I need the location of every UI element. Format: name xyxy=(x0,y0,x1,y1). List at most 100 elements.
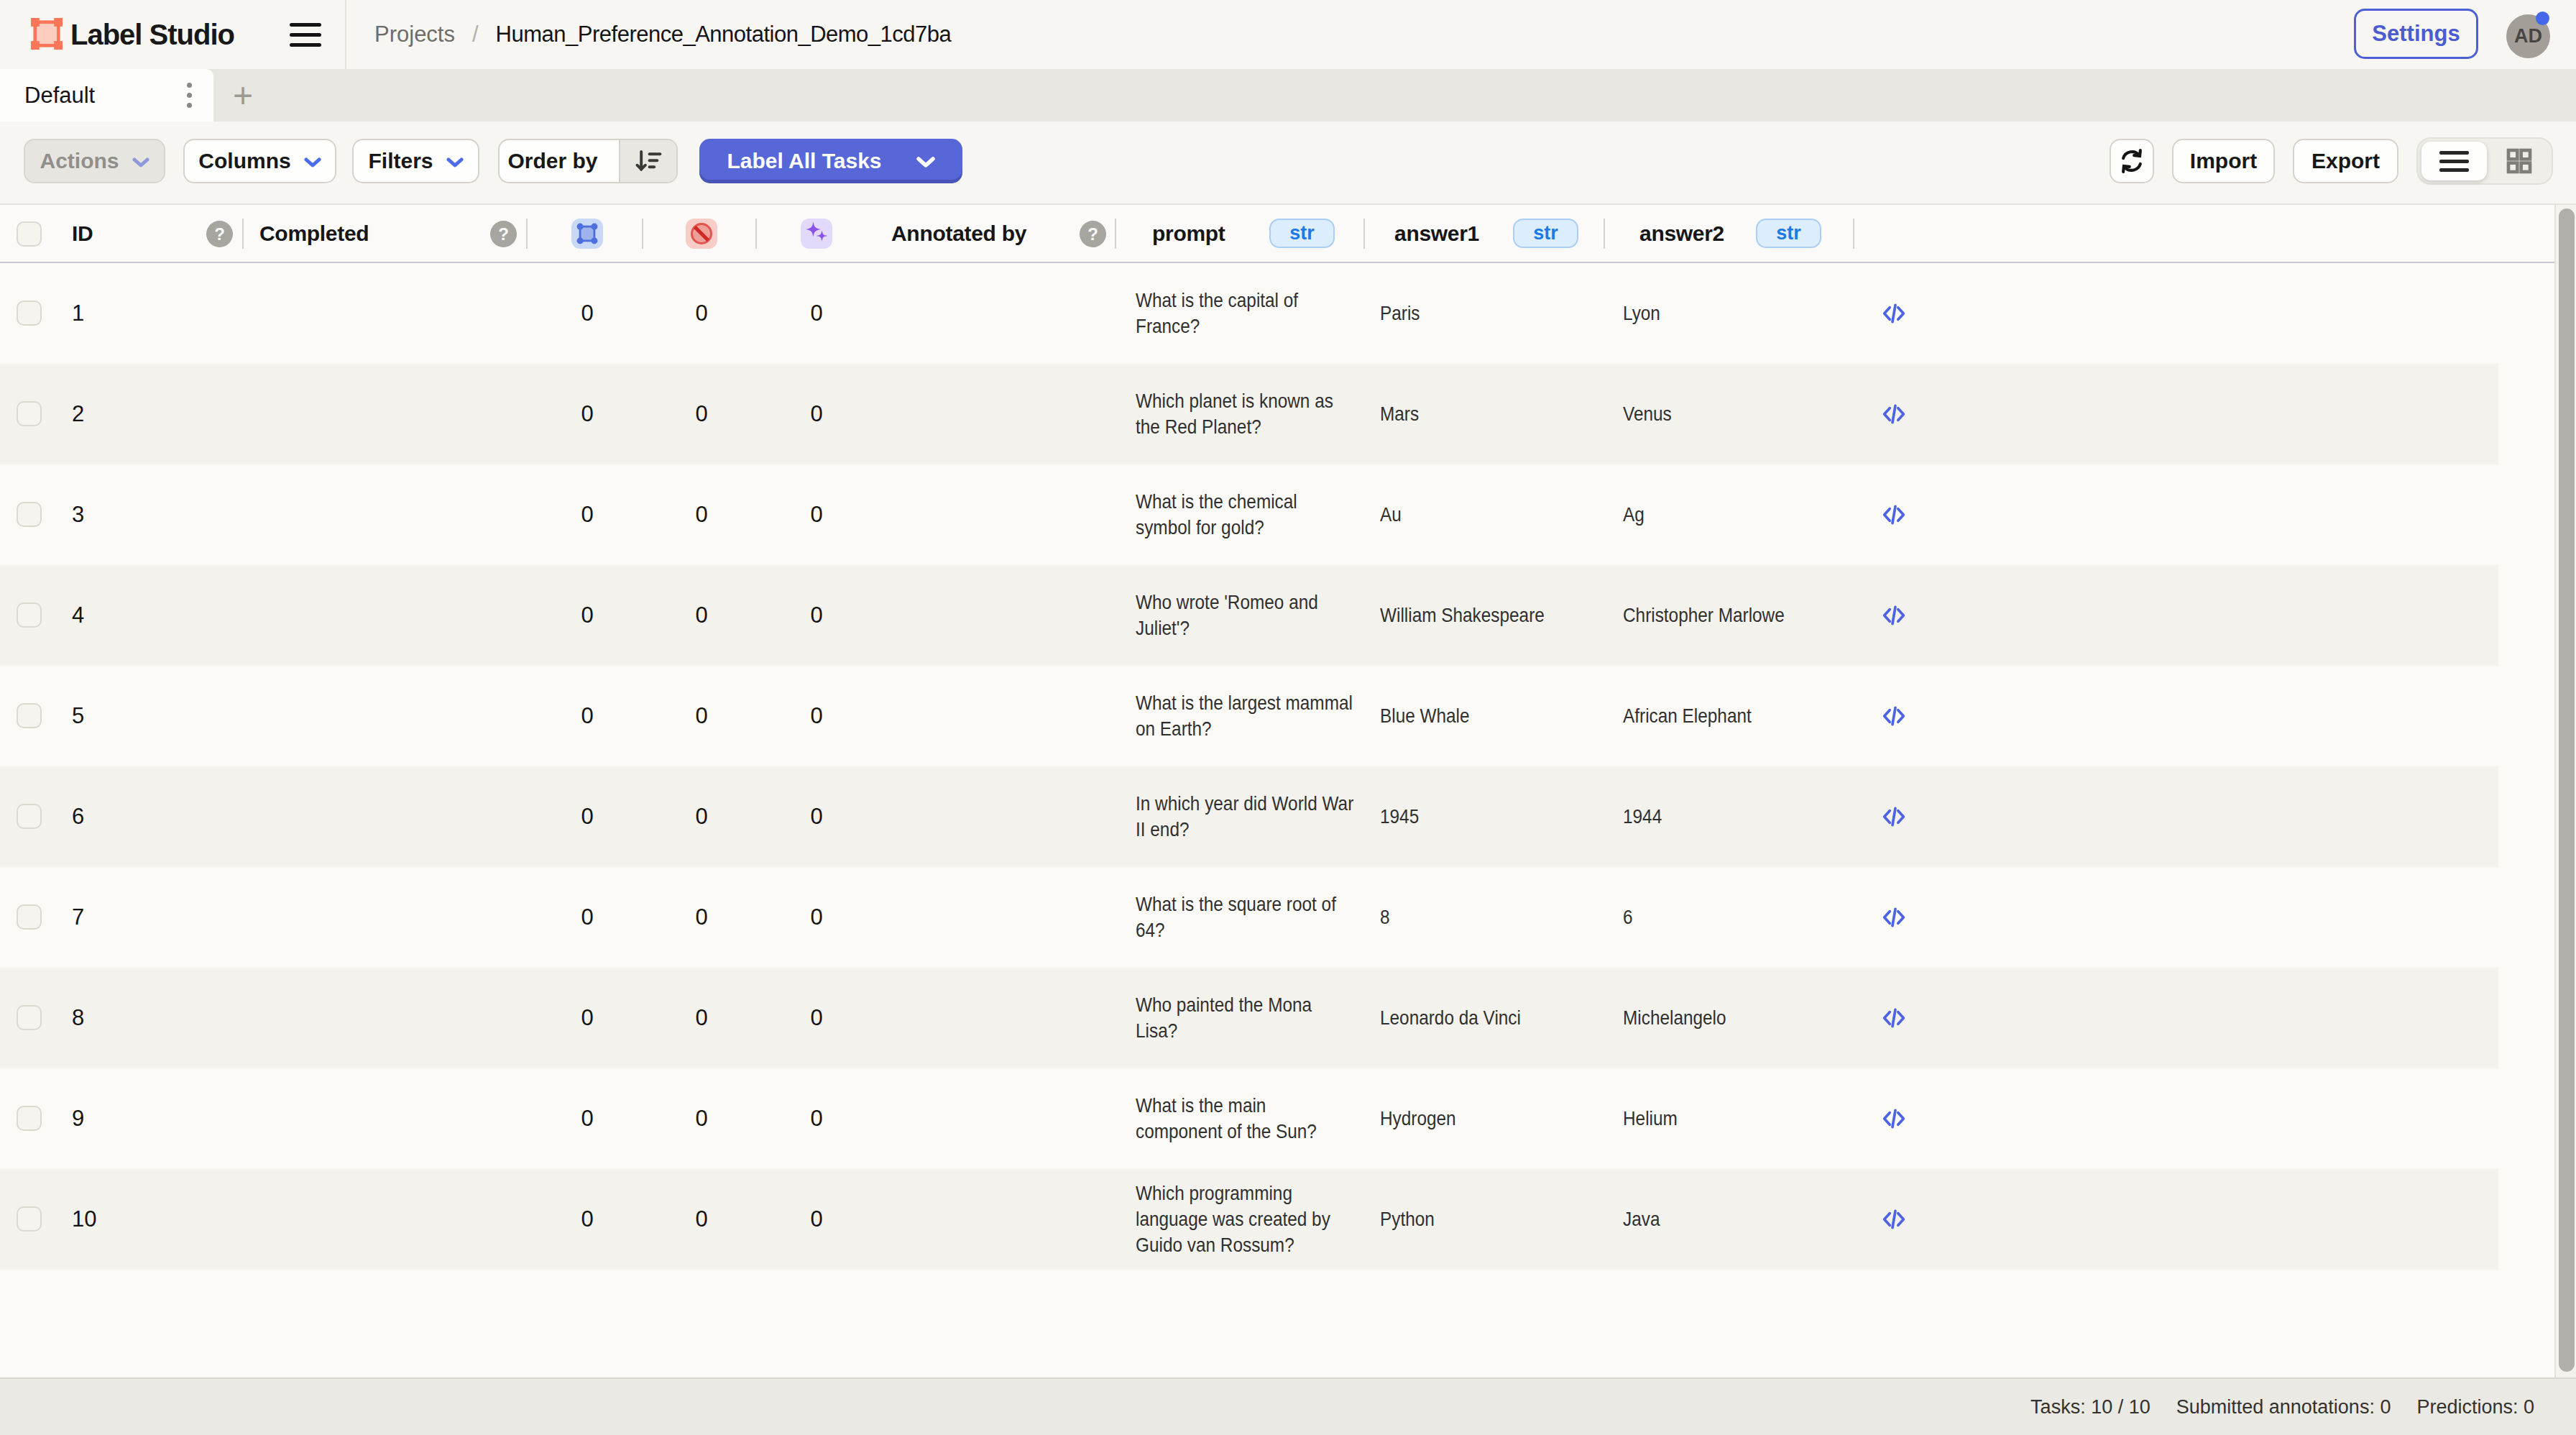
view-source-icon[interactable] xyxy=(1880,1205,1908,1234)
view-source-icon[interactable] xyxy=(1880,802,1908,831)
cell-id: 6 xyxy=(72,804,84,830)
table-row[interactable]: 9000What is the main component of the Su… xyxy=(0,1068,2498,1169)
view-source-icon[interactable] xyxy=(1880,500,1908,529)
cell-answer2: African Elephant xyxy=(1623,705,1770,728)
cell-prompt: Which planet is known as the Red Planet? xyxy=(1136,388,1363,440)
cell-cancelled-count: 0 xyxy=(695,904,707,930)
cell-cancelled-count: 0 xyxy=(695,804,707,830)
help-icon[interactable]: ? xyxy=(206,221,233,247)
table-row[interactable]: 10000Which programming language was crea… xyxy=(0,1169,2498,1270)
column-header-prompt[interactable]: prompt xyxy=(1152,205,1225,262)
annotations-count-icon[interactable] xyxy=(571,219,603,249)
column-header-annotated-by[interactable]: Annotated by xyxy=(891,205,1026,262)
select-all-checkbox[interactable] xyxy=(17,221,42,247)
row-checkbox[interactable] xyxy=(17,804,42,829)
view-source-icon[interactable] xyxy=(1880,903,1908,932)
row-checkbox[interactable] xyxy=(17,301,42,326)
cell-annotations-count: 0 xyxy=(581,401,593,427)
view-source-icon[interactable] xyxy=(1880,1004,1908,1032)
column-header-answer1[interactable]: answer1 xyxy=(1394,205,1479,262)
cell-predictions-count: 0 xyxy=(810,401,822,427)
app-title: Label Studio xyxy=(70,0,234,69)
table-row[interactable]: 8000Who painted the Mona Lisa?Leonardo d… xyxy=(0,968,2498,1068)
row-checkbox[interactable] xyxy=(17,1005,42,1030)
breadcrumb-project-name: Human_Preference_Annotation_Demo_1cd7ba xyxy=(496,22,952,47)
table-row[interactable]: 1000What is the capital of France?ParisL… xyxy=(0,263,2498,364)
tab-menu-icon[interactable] xyxy=(175,69,203,122)
cell-answer2: 1944 xyxy=(1623,805,1668,828)
menu-icon[interactable] xyxy=(290,19,321,50)
row-checkbox[interactable] xyxy=(17,1206,42,1232)
cell-predictions-count: 0 xyxy=(810,904,822,930)
cell-answer1: Paris xyxy=(1380,302,1426,325)
cell-answer1: William Shakespeare xyxy=(1380,604,1569,627)
column-header-id[interactable]: ID xyxy=(72,205,93,262)
help-icon[interactable]: ? xyxy=(490,221,517,247)
help-icon[interactable]: ? xyxy=(1080,221,1106,247)
cell-predictions-count: 0 xyxy=(810,502,822,528)
type-badge-str: str xyxy=(1269,219,1335,248)
row-checkbox[interactable] xyxy=(17,703,42,728)
cell-cancelled-count: 0 xyxy=(695,502,707,528)
import-button[interactable]: Import xyxy=(2172,139,2275,183)
view-source-icon[interactable] xyxy=(1880,299,1908,328)
settings-button[interactable]: Settings xyxy=(2354,9,2478,59)
cell-answer1: Blue Whale xyxy=(1380,705,1483,728)
table-row[interactable]: 5000What is the largest mammal on Earth?… xyxy=(0,666,2498,766)
cell-predictions-count: 0 xyxy=(810,1206,822,1232)
table-row[interactable]: 2000Which planet is known as the Red Pla… xyxy=(0,364,2498,464)
label-all-tasks-button[interactable]: Label All Tasks xyxy=(699,139,962,183)
cell-annotations-count: 0 xyxy=(581,301,593,326)
cell-answer2: Lyon xyxy=(1623,302,1666,325)
sort-direction-icon[interactable] xyxy=(619,140,676,182)
table-row[interactable]: 6000In which year did World War II end?1… xyxy=(0,766,2498,867)
cell-id: 1 xyxy=(72,301,84,326)
cell-predictions-count: 0 xyxy=(810,1005,822,1031)
add-tab-button[interactable]: + xyxy=(227,69,259,122)
list-view-button[interactable] xyxy=(2421,142,2487,180)
export-button[interactable]: Export xyxy=(2293,139,2398,183)
scrollbar-thumb[interactable] xyxy=(2559,208,2575,1372)
cell-id: 3 xyxy=(72,502,84,528)
cell-annotations-count: 0 xyxy=(581,502,593,528)
row-checkbox[interactable] xyxy=(17,401,42,426)
table-row[interactable]: 4000Who wrote 'Romeo and Juliet'?William… xyxy=(0,565,2498,666)
table-row[interactable]: 3000What is the chemical symbol for gold… xyxy=(0,464,2498,565)
cell-id: 2 xyxy=(72,401,84,427)
refresh-button[interactable] xyxy=(2110,139,2154,183)
table-row[interactable]: 7000What is the square root of 64?86 xyxy=(0,867,2498,968)
row-checkbox[interactable] xyxy=(17,602,42,628)
column-header-answer2[interactable]: answer2 xyxy=(1639,205,1724,262)
order-by-button[interactable]: Order by xyxy=(498,139,678,183)
tab-default[interactable]: Default xyxy=(0,69,213,122)
column-header-completed[interactable]: Completed xyxy=(259,205,369,262)
view-toggle xyxy=(2416,137,2553,185)
notification-dot xyxy=(2536,12,2549,25)
view-source-icon[interactable] xyxy=(1880,601,1908,630)
cell-answer1: Hydrogen xyxy=(1380,1107,1467,1130)
filters-button[interactable]: Filters xyxy=(352,139,479,183)
view-source-icon[interactable] xyxy=(1880,1104,1908,1133)
row-checkbox[interactable] xyxy=(17,1106,42,1131)
list-view-icon xyxy=(2439,151,2469,172)
grid-view-button[interactable] xyxy=(2487,139,2551,183)
breadcrumb-projects[interactable]: Projects xyxy=(374,22,455,47)
refresh-icon xyxy=(2118,147,2145,175)
predictions-icon[interactable] xyxy=(801,219,832,249)
chevron-down-icon xyxy=(304,157,321,168)
row-checkbox[interactable] xyxy=(17,904,42,930)
view-source-icon[interactable] xyxy=(1880,702,1908,730)
columns-button[interactable]: Columns xyxy=(183,139,336,183)
cell-answer2: 6 xyxy=(1623,906,1634,929)
vertical-scrollbar[interactable] xyxy=(2554,205,2576,1377)
row-checkbox[interactable] xyxy=(17,502,42,527)
cell-answer2: Michelangelo xyxy=(1623,1007,1742,1030)
chevron-down-icon xyxy=(916,157,935,168)
tasks-count: Tasks: 10 / 10 xyxy=(2030,1396,2150,1418)
cell-predictions-count: 0 xyxy=(810,301,822,326)
cell-annotations-count: 0 xyxy=(581,904,593,930)
actions-button[interactable]: Actions xyxy=(24,139,165,183)
type-badge-str: str xyxy=(1756,219,1821,248)
cancelled-annotations-icon[interactable] xyxy=(686,219,717,249)
view-source-icon[interactable] xyxy=(1880,400,1908,428)
